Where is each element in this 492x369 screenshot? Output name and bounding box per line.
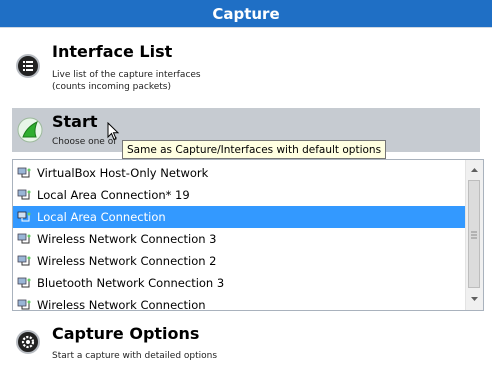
network-adapter-icon	[17, 167, 31, 179]
interface-list-section[interactable]: Interface List Live list of the capture …	[12, 36, 480, 96]
interface-list-description-2: (counts incoming packets)	[52, 82, 171, 92]
capture-options-section[interactable]: Capture Options Start a capture with det…	[12, 318, 480, 369]
interface-listbox[interactable]: VirtualBox Host-Only Network Local Area …	[12, 159, 484, 311]
list-item[interactable]: VirtualBox Host-Only Network	[13, 162, 467, 184]
capture-header: Capture	[0, 0, 492, 28]
list-item-selected[interactable]: Local Area Connection	[13, 206, 467, 228]
capture-options-title[interactable]: Capture Options	[52, 324, 199, 343]
scroll-up-arrow-icon[interactable]	[466, 163, 483, 177]
interface-name: Wireless Network Connection 2	[37, 254, 217, 268]
list-scrollbar[interactable]	[465, 160, 483, 310]
network-adapter-icon	[17, 255, 31, 267]
network-adapter-icon	[17, 233, 31, 245]
interface-name: VirtualBox Host-Only Network	[37, 166, 209, 180]
network-adapter-icon	[17, 277, 31, 289]
list-item[interactable]: Wireless Network Connection	[13, 294, 467, 311]
mouse-cursor-icon	[107, 122, 120, 141]
interface-list-description-1: Live list of the capture interfaces	[52, 70, 201, 80]
shark-fin-icon	[17, 117, 43, 143]
list-item[interactable]: Wireless Network Connection 2	[13, 250, 467, 272]
scrollbar-thumb[interactable]	[468, 180, 480, 288]
list-item[interactable]: Wireless Network Connection 3	[13, 228, 467, 250]
list-icon	[16, 54, 40, 78]
interface-name: Wireless Network Connection 3	[37, 232, 217, 246]
grip-icon	[471, 231, 477, 239]
start-title[interactable]: Start	[52, 112, 98, 131]
interface-name: Local Area Connection* 19	[37, 188, 190, 202]
tooltip-text: Same as Capture/Interfaces with default …	[127, 143, 382, 156]
gear-icon	[16, 330, 40, 354]
network-adapter-icon	[17, 299, 31, 310]
interface-name: Wireless Network Connection	[37, 298, 206, 311]
interface-name: Local Area Connection	[37, 210, 166, 224]
start-tooltip: Same as Capture/Interfaces with default …	[122, 140, 387, 159]
interface-list-title[interactable]: Interface List	[52, 42, 172, 61]
interface-name: Bluetooth Network Connection 3	[37, 276, 225, 290]
list-item[interactable]: Bluetooth Network Connection 3	[13, 272, 467, 294]
scroll-down-arrow-icon[interactable]	[466, 292, 483, 306]
list-item[interactable]: Local Area Connection* 19	[13, 184, 467, 206]
network-adapter-icon	[17, 189, 31, 201]
network-adapter-icon	[17, 211, 31, 223]
capture-options-description: Start a capture with detailed options	[52, 351, 218, 361]
header-title: Capture	[212, 4, 280, 23]
